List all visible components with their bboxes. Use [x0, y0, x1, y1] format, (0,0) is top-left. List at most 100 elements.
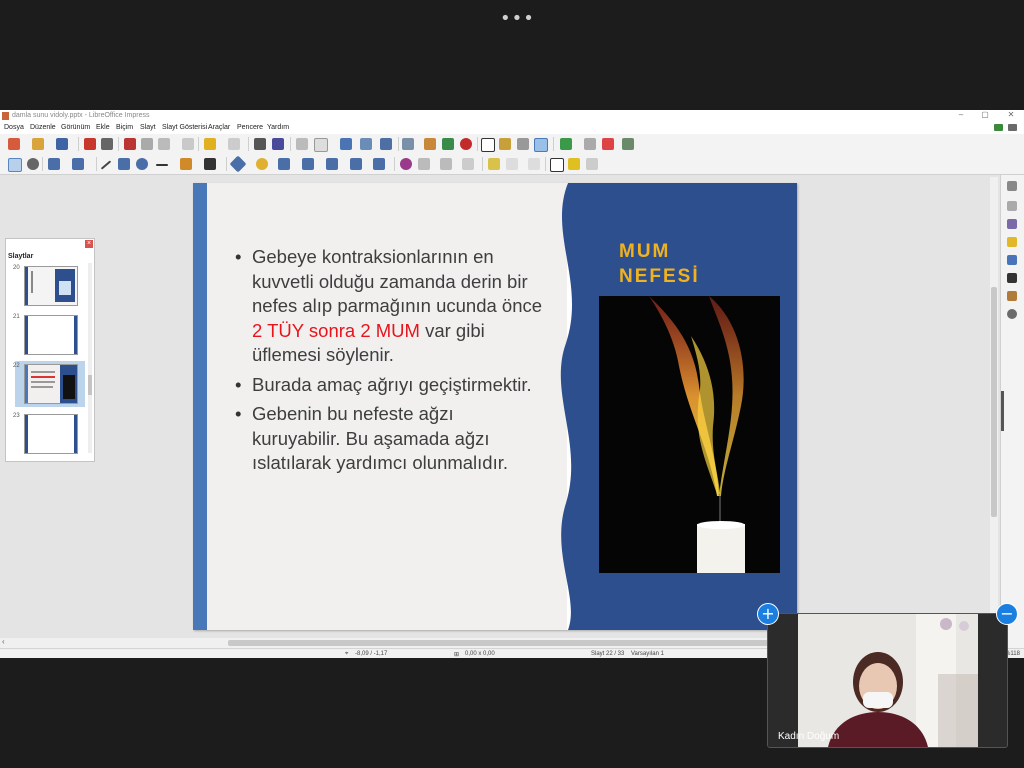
add-participant-icon[interactable]: + — [757, 603, 779, 625]
connector-tool-icon[interactable] — [204, 158, 216, 170]
spelling-icon[interactable] — [272, 138, 284, 150]
crop-icon[interactable] — [506, 158, 518, 170]
new-slide-icon[interactable] — [560, 138, 572, 150]
scroll-left-icon[interactable]: ‹ — [2, 637, 5, 646]
stars-icon[interactable] — [350, 158, 362, 170]
minimize-icon[interactable]: – — [952, 110, 970, 119]
menu-duzenle[interactable]: Düzenle — [30, 124, 56, 131]
print-icon[interactable] — [101, 138, 113, 150]
chart-icon[interactable] — [442, 138, 454, 150]
delete-slide-icon[interactable] — [602, 138, 614, 150]
symbol-shapes-icon[interactable] — [256, 158, 268, 170]
slide-layout-icon[interactable] — [622, 138, 634, 150]
menu-bicim[interactable]: Biçim — [116, 124, 133, 131]
slides-panel: × Slaytlar 20 21 22 23 — [5, 238, 95, 462]
zoom-icon[interactable] — [27, 158, 39, 170]
rectangle-tool-icon[interactable] — [118, 158, 130, 170]
basic-shapes-icon[interactable] — [229, 155, 247, 173]
arrow-tool-icon[interactable] — [156, 164, 168, 166]
clone-formatting-icon[interactable] — [182, 138, 194, 150]
rotate-icon[interactable] — [400, 158, 412, 170]
candle-smoke-photo[interactable] — [599, 296, 780, 573]
slide-thumbnail[interactable] — [24, 266, 78, 306]
image-icon[interactable] — [424, 138, 436, 150]
media-icon[interactable] — [460, 138, 472, 150]
display-views-icon[interactable] — [314, 138, 328, 152]
points-icon[interactable] — [550, 158, 564, 172]
sidebar-menu-icon[interactable] — [1008, 124, 1017, 131]
undo-icon[interactable] — [204, 138, 216, 150]
animation-icon[interactable] — [1007, 237, 1017, 247]
meeting-more-options-icon[interactable]: ••• — [500, 8, 535, 29]
menu-slayt-gosterisi[interactable]: Slayt Gösterisi — [162, 124, 207, 131]
save-icon[interactable] — [56, 138, 68, 150]
menu-ekle[interactable]: Ekle — [96, 124, 110, 131]
fontwork-icon[interactable] — [517, 138, 529, 150]
slide-title[interactable]: MUM NEFESİ — [619, 239, 700, 289]
ellipse-tool-icon[interactable] — [136, 158, 148, 170]
text-box-icon[interactable] — [481, 138, 495, 152]
open-folder-icon[interactable] — [32, 138, 44, 150]
shadow-icon[interactable] — [488, 158, 500, 170]
arrange-icon[interactable] — [440, 158, 452, 170]
slides-panel-scrollbar[interactable] — [88, 263, 92, 453]
close-window-icon[interactable]: ✕ — [1002, 110, 1020, 119]
menu-gorunum[interactable]: Görünüm — [61, 124, 90, 131]
3d-objects-icon[interactable] — [373, 158, 385, 170]
toggle-extrusion-icon[interactable] — [586, 158, 598, 170]
filter-icon[interactable] — [528, 158, 540, 170]
right-sidebar — [1000, 175, 1024, 648]
new-document-icon[interactable] — [8, 138, 20, 150]
master-slide-icon[interactable] — [340, 138, 352, 150]
align-icon[interactable] — [418, 158, 430, 170]
line-tool-icon[interactable] — [100, 160, 112, 170]
slide-thumbnail[interactable] — [24, 414, 78, 454]
redo-icon[interactable] — [228, 138, 240, 150]
cut-icon[interactable] — [124, 138, 136, 150]
bullet-list[interactable]: Gebeye kontraksionlarının en kuvvetli ol… — [235, 245, 545, 481]
show-draw-functions-icon[interactable] — [534, 138, 548, 152]
menu-dosya[interactable]: Dosya — [4, 124, 24, 131]
vertical-scrollbar[interactable] — [990, 177, 998, 637]
start-slideshow-icon[interactable] — [360, 138, 372, 150]
line-color-icon[interactable] — [48, 158, 60, 170]
sidebar-collapse-handle[interactable] — [1001, 391, 1004, 431]
special-character-icon[interactable] — [499, 138, 511, 150]
menu-yardim[interactable]: Yardım — [267, 124, 289, 131]
curve-tool-icon[interactable] — [180, 158, 192, 170]
glue-points-icon[interactable] — [568, 158, 580, 170]
master-slides-icon[interactable] — [1007, 255, 1017, 265]
slide-transition-icon[interactable] — [1007, 219, 1017, 229]
block-arrows-icon[interactable] — [278, 158, 290, 170]
paste-icon[interactable] — [158, 138, 170, 150]
menu-pencere[interactable]: Pencere — [237, 124, 263, 131]
find-replace-icon[interactable] — [254, 138, 266, 150]
menu-araclar[interactable]: Araçlar — [208, 124, 230, 131]
properties-icon[interactable] — [1007, 201, 1017, 211]
callouts-icon[interactable] — [326, 158, 338, 170]
export-pdf-icon[interactable] — [84, 138, 96, 150]
duplicate-slide-icon[interactable] — [584, 138, 596, 150]
slide-thumbnail-selected[interactable] — [24, 364, 78, 404]
menu-bar: Dosya Düzenle Görünüm Ekle Biçim Slayt S… — [0, 122, 1024, 134]
participant-video-tile[interactable]: Kadın Doğum — [767, 613, 1008, 748]
menu-slayt[interactable]: Slayt — [140, 124, 156, 131]
gallery-icon[interactable] — [1007, 291, 1017, 301]
slide-thumbnail[interactable] — [24, 315, 78, 355]
minimize-video-icon[interactable]: − — [996, 603, 1018, 625]
flowchart-icon[interactable] — [302, 158, 314, 170]
table-icon[interactable] — [402, 138, 414, 150]
navigator-icon[interactable] — [1007, 309, 1017, 319]
styles-icon[interactable] — [1007, 273, 1017, 283]
distribute-icon[interactable] — [462, 158, 474, 170]
maximize-icon[interactable]: ▢ — [976, 110, 994, 119]
current-slide[interactable]: Gebeye kontraksionlarının en kuvvetli ol… — [193, 183, 797, 630]
fill-color-icon[interactable] — [72, 158, 84, 170]
copy-icon[interactable] — [141, 138, 153, 150]
close-panel-icon[interactable]: × — [85, 240, 93, 248]
grid-icon[interactable] — [296, 138, 308, 150]
sidebar-settings-icon[interactable] — [1007, 181, 1017, 191]
select-arrow-icon[interactable] — [8, 158, 22, 172]
update-notification-icon[interactable] — [994, 124, 1003, 131]
present-icon[interactable] — [380, 138, 392, 150]
